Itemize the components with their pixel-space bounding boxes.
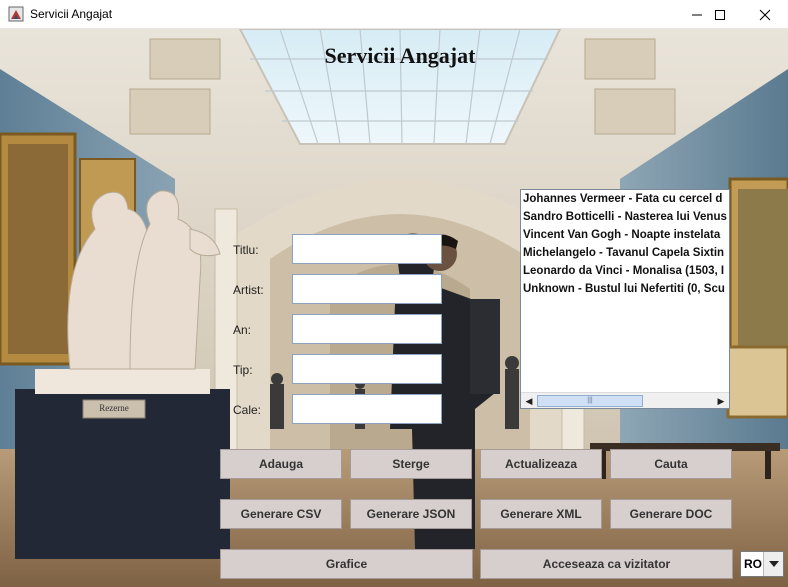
list-item[interactable]: Michelangelo - Tavanul Capela Sixtin xyxy=(521,244,729,262)
list-item[interactable]: Unknown - Bustul lui Nefertiti (0, Scu xyxy=(521,280,729,298)
scrollbar-thumb[interactable]: ||| xyxy=(537,395,643,407)
artist-label: Artist: xyxy=(233,283,264,297)
generare-csv-button[interactable]: Generare CSV xyxy=(220,499,342,529)
maximize-button[interactable] xyxy=(697,0,743,29)
list-item[interactable]: Vincent Van Gogh - Noapte instelata xyxy=(521,226,729,244)
an-label: An: xyxy=(233,323,252,337)
language-dropdown-button[interactable] xyxy=(763,552,783,576)
generare-xml-button[interactable]: Generare XML xyxy=(480,499,602,529)
artist-field[interactable] xyxy=(292,274,442,304)
java-app-icon xyxy=(8,6,24,22)
tip-field[interactable] xyxy=(292,354,442,384)
museum-background: Servicii Angajat Rezerne Titlu: Artist: … xyxy=(0,29,788,587)
acceseaza-vizitator-button[interactable]: Acceseaza ca vizitator xyxy=(480,549,733,579)
language-select[interactable]: RO xyxy=(740,551,784,577)
list-item[interactable]: Johannes Vermeer - Fata cu cercel d xyxy=(521,190,729,208)
statue-plaque: Rezerne xyxy=(99,403,129,413)
artwork-list[interactable]: Johannes Vermeer - Fata cu cercel d Sand… xyxy=(520,189,730,409)
an-field[interactable] xyxy=(292,314,442,344)
list-item[interactable]: Leonardo da Vinci - Monalisa (1503, I xyxy=(521,262,729,280)
tip-label: Tip: xyxy=(233,363,253,377)
horizontal-scrollbar[interactable]: ◀ ||| ▶ xyxy=(521,392,729,408)
actualizeaza-button[interactable]: Actualizeaza xyxy=(480,449,602,479)
adauga-button[interactable]: Adauga xyxy=(220,449,342,479)
scroll-right-icon[interactable]: ▶ xyxy=(714,394,728,408)
titlu-field[interactable] xyxy=(292,234,442,264)
language-value: RO xyxy=(744,557,762,571)
cale-label: Cale: xyxy=(233,403,262,417)
window-titlebar: Servicii Angajat xyxy=(0,0,788,29)
scroll-left-icon[interactable]: ◀ xyxy=(522,394,536,408)
chevron-down-icon xyxy=(768,561,779,567)
maximize-icon xyxy=(715,9,725,20)
titlu-label: Titlu: xyxy=(233,243,259,257)
window-title: Servicii Angajat xyxy=(30,7,113,21)
page-heading: Servicii Angajat xyxy=(324,43,476,68)
cauta-button[interactable]: Cauta xyxy=(610,449,732,479)
list-item[interactable]: Sandro Botticelli - Nasterea lui Venus xyxy=(521,208,729,226)
close-icon xyxy=(759,9,771,20)
close-button[interactable] xyxy=(742,0,788,29)
sterge-button[interactable]: Sterge xyxy=(350,449,472,479)
generare-json-button[interactable]: Generare JSON xyxy=(350,499,472,529)
cale-field[interactable] xyxy=(292,394,442,424)
grafice-button[interactable]: Grafice xyxy=(220,549,473,579)
generare-doc-button[interactable]: Generare DOC xyxy=(610,499,732,529)
